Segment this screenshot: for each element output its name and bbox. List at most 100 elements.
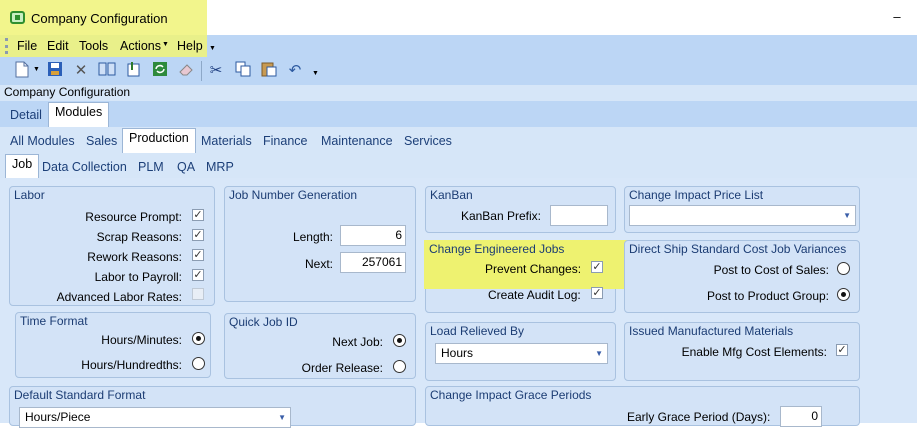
next-label: Next: xyxy=(304,257,333,271)
default-standard-format-panel: Default Standard Format Hours/Piece ▼ xyxy=(9,386,416,428)
quick-job-id-title: Quick Job ID xyxy=(229,315,298,329)
tab-modules[interactable]: Modules xyxy=(48,102,110,127)
window-title: Company Configuration xyxy=(31,11,168,26)
next-input[interactable]: 257061 xyxy=(340,252,406,273)
attach-icon[interactable] xyxy=(124,61,144,81)
post-product-group-radio[interactable] xyxy=(837,288,850,301)
change-impact-price-list-title: Change Impact Price List xyxy=(629,188,764,202)
kanban-prefix-label: KanBan Prefix: xyxy=(460,209,541,223)
load-relieved-by-select[interactable]: Hours ▼ xyxy=(435,343,608,364)
new-dropdown-icon[interactable]: ▼ xyxy=(33,66,40,73)
time-format-panel: Time Format Hours/Minutes: Hours/Hundred… xyxy=(15,312,211,378)
refresh-icon[interactable] xyxy=(150,61,170,81)
change-impact-grace-periods-panel: Change Impact Grace Periods Early Grace … xyxy=(425,386,860,427)
hours-hundredths-label: Hours/Hundredths: xyxy=(81,358,182,372)
load-relieved-by-title: Load Relieved By xyxy=(430,324,525,338)
hours-hundredths-radio[interactable] xyxy=(192,357,205,370)
direct-ship-title: Direct Ship Standard Cost Job Variances xyxy=(629,242,847,256)
tab-data-collection[interactable]: Data Collection xyxy=(42,160,127,174)
scrap-reasons-label: Scrap Reasons: xyxy=(96,230,182,244)
top-tab-row xyxy=(0,101,917,127)
early-grace-period-input[interactable]: 0 xyxy=(780,406,822,427)
advanced-labor-rates-checkbox[interactable] xyxy=(192,288,204,300)
copy-icon[interactable] xyxy=(233,61,253,81)
enable-mfg-cost-elements-label: Enable Mfg Cost Elements: xyxy=(681,345,827,359)
chevron-down-icon: ▼ xyxy=(278,413,286,422)
default-standard-format-select[interactable]: Hours/Piece ▼ xyxy=(19,407,291,428)
prevent-changes-label: Prevent Changes: xyxy=(485,262,582,276)
menu-overflow-icon[interactable]: ▼ xyxy=(209,45,216,52)
change-engineered-jobs-title: Change Engineered Jobs xyxy=(429,242,565,256)
tab-maintenance[interactable]: Maintenance xyxy=(321,134,393,148)
prevent-changes-checkbox[interactable]: ✓ xyxy=(591,261,603,273)
length-label: Length: xyxy=(292,230,333,244)
tab-production[interactable]: Production xyxy=(122,128,196,153)
kanban-panel: KanBan KanBan Prefix: xyxy=(425,186,616,233)
post-cost-of-sales-radio[interactable] xyxy=(837,262,850,275)
next-job-label: Next Job: xyxy=(332,335,383,349)
change-impact-price-list-panel: Change Impact Price List ▼ xyxy=(624,186,860,233)
header-strip xyxy=(0,85,917,101)
labor-panel: Labor Resource Prompt: ✓ Scrap Reasons: … xyxy=(9,186,215,306)
job-number-generation-title: Job Number Generation xyxy=(229,188,358,202)
tab-sales[interactable]: Sales xyxy=(86,134,117,148)
order-release-radio[interactable] xyxy=(393,360,406,373)
tab-finance[interactable]: Finance xyxy=(263,134,307,148)
menu-tools[interactable]: Tools xyxy=(79,39,108,53)
time-format-title: Time Format xyxy=(20,314,88,328)
delete-icon[interactable]: ✕ xyxy=(71,61,91,81)
post-product-group-label: Post to Product Group: xyxy=(706,289,829,303)
hours-minutes-label: Hours/Minutes: xyxy=(101,333,182,347)
tab-plm[interactable]: PLM xyxy=(138,160,164,174)
issued-materials-title: Issued Manufactured Materials xyxy=(629,324,794,338)
order-release-label: Order Release: xyxy=(301,361,383,375)
kanban-prefix-input[interactable] xyxy=(550,205,608,226)
eraser-icon[interactable] xyxy=(176,61,196,81)
tab-detail[interactable]: Detail xyxy=(10,108,42,122)
early-grace-period-label: Early Grace Period (Days): xyxy=(627,410,771,424)
quick-job-id-panel: Quick Job ID Next Job: Order Release: xyxy=(224,313,416,379)
paste-icon[interactable] xyxy=(259,61,279,81)
advanced-labor-rates-label: Advanced Labor Rates: xyxy=(56,290,182,304)
load-relieved-by-panel: Load Relieved By Hours ▼ xyxy=(425,322,616,381)
tab-all-modules[interactable]: All Modules xyxy=(10,134,75,148)
rework-reasons-label: Rework Reasons: xyxy=(87,250,182,264)
default-standard-format-title: Default Standard Format xyxy=(14,388,146,402)
tab-mrp[interactable]: MRP xyxy=(206,160,234,174)
new-icon[interactable] xyxy=(12,61,32,81)
length-input[interactable]: 6 xyxy=(340,225,406,246)
rework-reasons-checkbox[interactable]: ✓ xyxy=(192,249,204,261)
tab-materials[interactable]: Materials xyxy=(201,134,252,148)
enable-mfg-cost-elements-checkbox[interactable]: ✓ xyxy=(836,344,848,356)
resource-prompt-checkbox[interactable]: ✓ xyxy=(192,209,204,221)
page-title: Company Configuration xyxy=(4,85,131,99)
undo-icon[interactable]: ↶ xyxy=(285,61,305,81)
book-icon[interactable] xyxy=(97,61,117,81)
change-impact-price-list-select[interactable]: ▼ xyxy=(629,205,856,226)
grip-icon xyxy=(5,38,8,54)
cut-icon[interactable]: ✂ xyxy=(206,61,226,81)
hours-minutes-radio[interactable] xyxy=(192,332,205,345)
direct-ship-panel: Direct Ship Standard Cost Job Variances … xyxy=(624,240,860,313)
menu-help[interactable]: Help xyxy=(177,39,203,53)
minimize-button[interactable]: – xyxy=(888,9,906,27)
labor-to-payroll-checkbox[interactable]: ✓ xyxy=(192,269,204,281)
scrap-reasons-checkbox[interactable]: ✓ xyxy=(192,229,204,241)
change-impact-grace-periods-title: Change Impact Grace Periods xyxy=(430,388,592,402)
save-icon[interactable] xyxy=(45,61,65,81)
menu-actions[interactable]: Actions xyxy=(120,39,161,53)
menu-file[interactable]: File xyxy=(17,39,37,53)
toolbar-separator xyxy=(201,61,202,81)
create-audit-log-checkbox[interactable]: ✓ xyxy=(591,287,603,299)
labor-title: Labor xyxy=(14,188,45,202)
toolbar-overflow-icon[interactable]: ▼ xyxy=(312,70,319,77)
menu-edit[interactable]: Edit xyxy=(47,39,69,53)
next-job-radio[interactable] xyxy=(393,334,406,347)
tab-qa[interactable]: QA xyxy=(177,160,195,174)
chevron-down-icon: ▼ xyxy=(843,211,851,220)
tab-job[interactable]: Job xyxy=(5,154,40,178)
post-cost-of-sales-label: Post to Cost of Sales: xyxy=(713,263,829,277)
tab-services[interactable]: Services xyxy=(404,134,452,148)
issued-materials-panel: Issued Manufactured Materials Enable Mfg… xyxy=(624,322,860,381)
app-icon xyxy=(10,11,25,24)
